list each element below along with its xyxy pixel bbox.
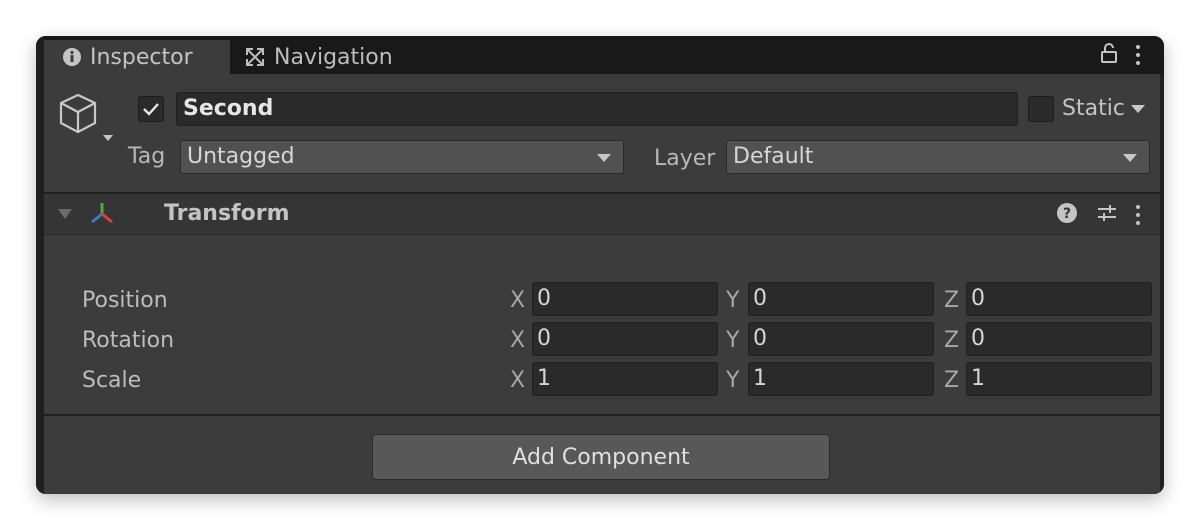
scale-y-field[interactable]: 1 (748, 362, 934, 396)
static-dropdown[interactable]: Static (1062, 92, 1145, 126)
inspector-panel: Second Static Tag Untagged Layer Default (44, 74, 1160, 494)
foldout-arrow-icon[interactable] (58, 209, 72, 219)
layer-label: Layer (654, 146, 716, 171)
tag-dropdown[interactable]: Untagged (180, 140, 624, 174)
z-axis-label: Z (944, 368, 960, 393)
divider (44, 234, 1160, 235)
chevron-down-icon (1123, 154, 1137, 162)
transform-icon (88, 200, 116, 232)
gameobject-header: Second Static Tag Untagged Layer Default (44, 74, 1160, 192)
scale-x-field[interactable]: 1 (532, 362, 718, 396)
chevron-down-icon (1130, 105, 1145, 113)
add-component-button[interactable]: Add Component (372, 434, 830, 480)
tab-inspector-label: Inspector (90, 44, 193, 70)
x-axis-label: X (510, 288, 526, 313)
scale-z-field[interactable]: 1 (966, 362, 1152, 396)
checkmark-icon (143, 103, 159, 116)
divider (44, 414, 1160, 416)
component-actions: ? (1056, 202, 1140, 228)
more-options-icon[interactable] (1136, 205, 1140, 225)
position-x-field[interactable]: 0 (532, 282, 718, 316)
scale-label: Scale (82, 368, 142, 393)
more-options-icon[interactable] (1136, 45, 1140, 65)
y-axis-label: Y (726, 328, 740, 353)
layer-dropdown[interactable]: Default (726, 140, 1150, 174)
left-edge (36, 36, 44, 494)
z-axis-label: Z (944, 328, 960, 353)
transform-header[interactable]: Transform ? (44, 194, 1160, 234)
tab-navigation[interactable]: Navigation (244, 40, 444, 74)
info-icon (62, 47, 82, 67)
component-title: Transform (164, 201, 290, 226)
layer-value: Default (733, 144, 814, 169)
object-name-field[interactable]: Second (176, 92, 1018, 126)
inspector-window: Inspector Navigation Second Static Tag U… (36, 36, 1164, 494)
rotation-z-field[interactable]: 0 (966, 322, 1152, 356)
y-axis-label: Y (726, 288, 740, 313)
rotation-y-field[interactable]: 0 (748, 322, 934, 356)
position-z-field[interactable]: 0 (966, 282, 1152, 316)
help-icon[interactable]: ? (1056, 202, 1078, 228)
static-checkbox[interactable] (1028, 96, 1054, 122)
tab-navigation-label: Navigation (274, 44, 393, 70)
active-checkbox[interactable] (138, 96, 164, 122)
y-axis-label: Y (726, 368, 740, 393)
x-axis-label: X (510, 328, 526, 353)
preset-icon[interactable] (1096, 202, 1118, 228)
rotation-x-field[interactable]: 0 (532, 322, 718, 356)
rotation-label: Rotation (82, 328, 175, 353)
lock-icon[interactable] (1100, 42, 1118, 68)
z-axis-label: Z (944, 288, 960, 313)
position-label: Position (82, 288, 168, 313)
tab-actions (1100, 42, 1140, 68)
right-edge (1160, 74, 1164, 494)
static-label: Static (1062, 96, 1125, 121)
navigation-icon (244, 46, 266, 68)
tag-value: Untagged (187, 144, 295, 169)
tag-label: Tag (128, 144, 166, 169)
position-y-field[interactable]: 0 (748, 282, 934, 316)
gameobject-icon[interactable] (58, 92, 118, 154)
svg-text:?: ? (1063, 206, 1071, 222)
tab-inspector[interactable]: Inspector (44, 40, 230, 74)
tab-bar: Inspector Navigation (36, 36, 1164, 74)
x-axis-label: X (510, 368, 526, 393)
chevron-down-icon (597, 154, 611, 162)
